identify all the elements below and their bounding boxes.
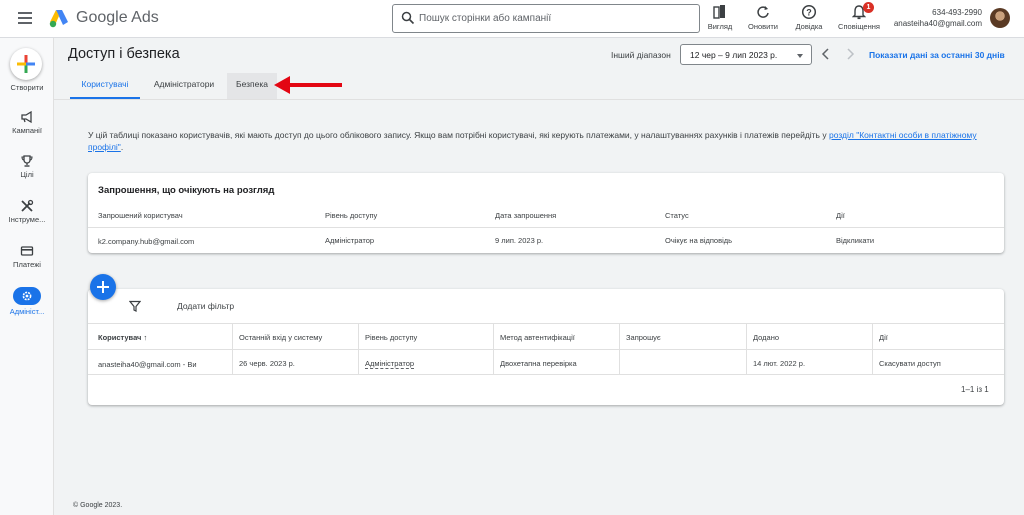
tab-security[interactable]: Безпека <box>227 73 277 99</box>
tab-users[interactable]: Користувачі <box>70 73 140 99</box>
sort-ascending-icon: ↑ <box>143 333 148 342</box>
sidebar-item-admin[interactable]: Адмініст... <box>0 287 54 316</box>
column-header: Метод автентифікації <box>500 333 575 342</box>
sidebar-item-campaigns[interactable]: Кампанії <box>0 110 54 135</box>
footer-copyright: © Google 2023. <box>73 502 123 509</box>
sidebar-item-label: Кампанії <box>12 126 42 135</box>
help-label: Довідка <box>795 22 823 31</box>
active-indicator <box>13 287 41 305</box>
search-icon <box>401 11 415 25</box>
tab-admins[interactable]: Адміністратори <box>143 73 225 99</box>
sidebar-item-label: Платежі <box>13 260 41 269</box>
show-last-30-days-link[interactable]: Показати дані за останні 30 днів <box>869 50 1005 60</box>
date-range-select[interactable]: 12 чер – 9 лип 2023 р. <box>680 44 812 65</box>
sidebar-item-label: Адмініст... <box>9 307 45 316</box>
search-input[interactable]: Пошук сторінки або кампанії <box>392 4 700 33</box>
refresh-label: Оновити <box>748 22 778 31</box>
user-email: anasteiha40@gmail.com - Ви <box>98 360 197 369</box>
search-placeholder: Пошук сторінки або кампанії <box>419 13 552 24</box>
refresh-icon <box>757 6 769 18</box>
help-icon: ? <box>801 4 817 20</box>
column-header[interactable]: Користувач ↑ <box>98 333 147 342</box>
divider <box>88 323 1004 324</box>
pagination-text: 1–1 із 1 <box>961 385 989 394</box>
column-header: Дата запрошення <box>495 211 557 220</box>
intro-body: У цій таблиці показано користувачів, які… <box>88 130 829 140</box>
notifications-label: Сповіщення <box>838 22 880 31</box>
sidebar-item-create[interactable]: Створити <box>0 83 54 92</box>
tools-icon <box>21 199 34 212</box>
invited-access-level: Адміністратор <box>325 236 375 245</box>
red-arrow-annotation <box>274 76 342 94</box>
column-header: Останній вхід у систему <box>239 333 323 342</box>
column-header: Запрошує <box>626 333 661 342</box>
tabs-divider <box>54 99 1024 100</box>
chevron-left-icon[interactable] <box>819 47 833 61</box>
user-last-login: 26 черв. 2023 р. <box>239 359 295 368</box>
date-range-value: 12 чер – 9 лип 2023 р. <box>690 50 778 60</box>
pending-invitations-card: Запрошення, що очікують на розгляд Запро… <box>88 173 1004 253</box>
add-filter-button[interactable]: Додати фільтр <box>177 301 234 311</box>
invited-user-email: k2.company.hub@gmail.com <box>98 237 195 246</box>
divider <box>88 349 1004 350</box>
trophy-icon <box>21 155 33 167</box>
chevron-right-icon[interactable] <box>843 47 857 61</box>
google-ads-logo <box>49 10 68 28</box>
divider <box>88 227 1004 228</box>
user-added-date: 14 лют. 2022 р. <box>753 359 806 368</box>
pending-invitations-title: Запрошення, що очікують на розгляд <box>98 185 275 196</box>
gear-icon <box>22 291 32 301</box>
view-icon <box>713 5 725 19</box>
column-header: Рівень доступу <box>365 333 418 342</box>
help-button[interactable]: ? Довідка <box>783 4 835 34</box>
column-header: Додано <box>753 333 780 342</box>
svg-text:?: ? <box>806 8 812 18</box>
caret-down-icon <box>797 54 803 58</box>
add-user-button[interactable] <box>90 274 116 300</box>
account-phone: 634-493-2990 <box>932 8 982 17</box>
avatar[interactable] <box>990 8 1010 28</box>
menu-icon[interactable] <box>18 12 32 24</box>
date-range-label: Інший діапазон <box>611 50 671 60</box>
column-header-label: Користувач <box>98 333 142 342</box>
column-header: Рівень доступу <box>325 211 378 220</box>
revoke-access-button[interactable]: Скасувати доступ <box>879 359 941 368</box>
intro-text: У цій таблиці показано користувачів, які… <box>88 129 998 153</box>
column-header: Статус <box>665 211 689 220</box>
invited-status: Очікує на відповідь <box>665 236 733 245</box>
left-nav: Створити Кампанії Цілі Інструме... Плате… <box>0 38 54 515</box>
plus-icon <box>17 55 35 73</box>
divider <box>88 374 1004 375</box>
user-access-level[interactable]: Адміністратор <box>365 359 415 369</box>
top-bar: Google Ads Пошук сторінки або кампанії В… <box>0 0 1024 38</box>
intro-end: . <box>120 142 124 152</box>
column-header: Запрошений користувач <box>98 211 183 220</box>
sidebar-item-tools[interactable]: Інструме... <box>0 199 54 224</box>
account-email: anasteiha40@gmail.com <box>893 19 982 28</box>
column-header: Дії <box>836 211 845 220</box>
sidebar-item-label: Створити <box>10 83 44 92</box>
invited-date: 9 лип. 2023 р. <box>495 236 544 245</box>
brand-name: Google Ads <box>76 9 159 26</box>
refresh-button[interactable]: Оновити <box>737 4 789 34</box>
notification-badge: 1 <box>863 2 874 13</box>
sidebar-item-billing[interactable]: Платежі <box>0 244 54 269</box>
notifications-button[interactable]: 1 Сповіщення <box>833 2 885 34</box>
sidebar-item-label: Цілі <box>20 170 34 179</box>
sidebar-item-goals[interactable]: Цілі <box>0 154 54 179</box>
create-button[interactable] <box>10 48 42 80</box>
column-header: Дії <box>879 333 888 342</box>
sidebar-item-label: Інструме... <box>8 215 46 224</box>
user-auth-method: Двохетапна перевірка <box>500 359 577 368</box>
filter-icon[interactable] <box>129 300 141 312</box>
revoke-invitation-button[interactable]: Відкликати <box>836 236 874 245</box>
page-title: Доступ і безпека <box>68 46 180 62</box>
megaphone-icon <box>21 110 32 124</box>
plus-icon <box>97 281 109 293</box>
credit-card-icon <box>20 246 34 256</box>
